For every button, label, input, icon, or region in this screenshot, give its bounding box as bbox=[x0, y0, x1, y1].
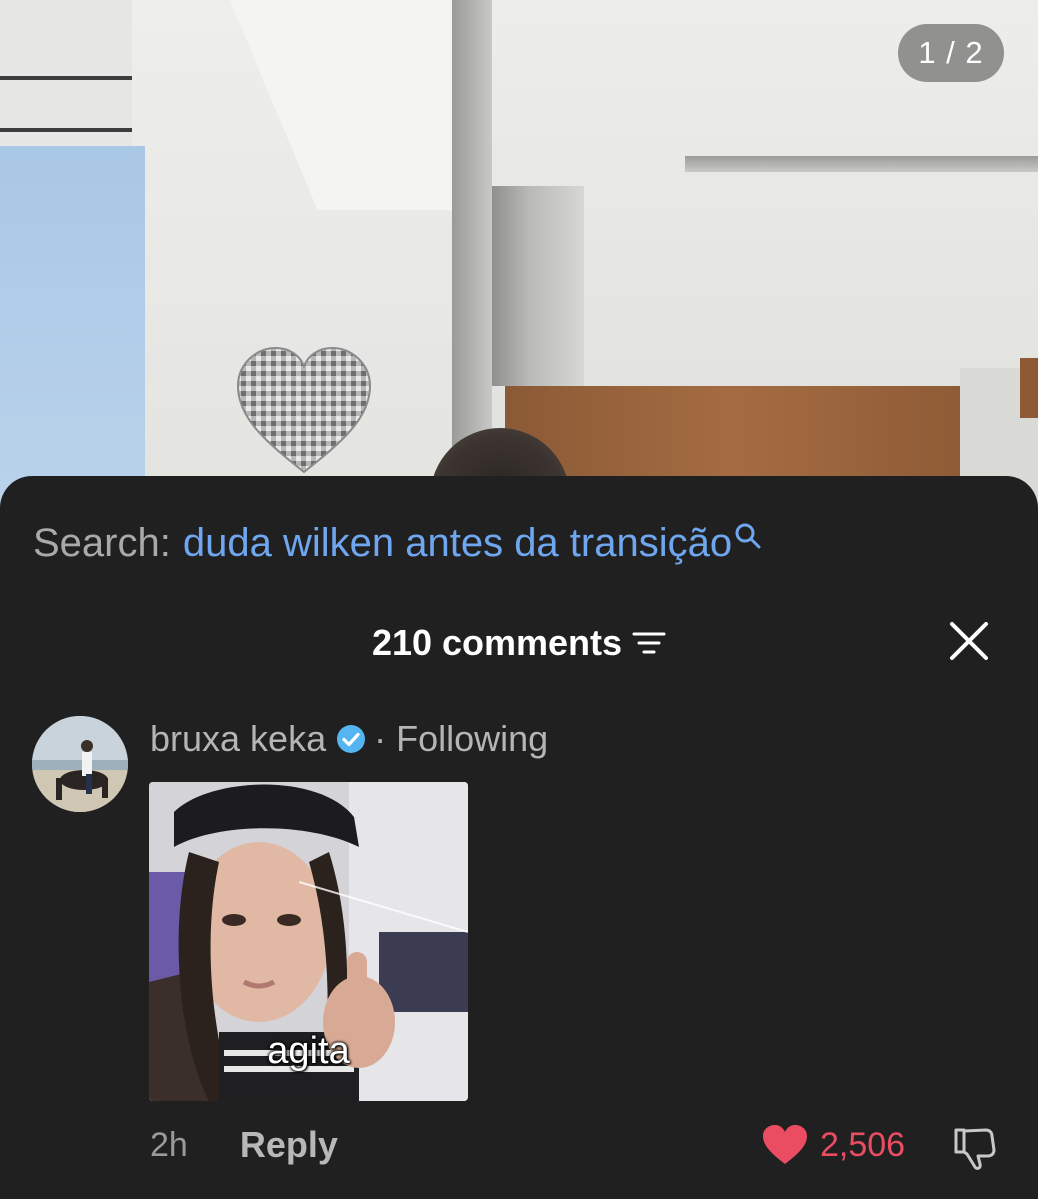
comment-sticker-image[interactable]: agita bbox=[149, 782, 468, 1101]
column bbox=[492, 186, 584, 386]
comments-header: 210 comments bbox=[0, 616, 1038, 668]
reply-button[interactable]: Reply bbox=[240, 1124, 338, 1166]
ceiling-vent bbox=[685, 156, 1038, 172]
avatar-image bbox=[32, 716, 128, 812]
search-suggestion[interactable]: Search: duda wilken antes da transição bbox=[33, 520, 762, 566]
window-stripe bbox=[0, 76, 132, 80]
following-label: Following bbox=[396, 718, 549, 759]
comments-count-label: 210 comments bbox=[371, 622, 623, 663]
verified-badge-icon bbox=[337, 725, 366, 753]
thumbs-down-icon[interactable] bbox=[950, 1124, 998, 1172]
search-prefix: Search: bbox=[33, 521, 171, 565]
search-icon[interactable] bbox=[734, 522, 762, 550]
like-count: 2,506 bbox=[820, 1125, 906, 1164]
filter-icon[interactable] bbox=[632, 630, 666, 656]
close-icon[interactable] bbox=[946, 618, 992, 664]
window-stripe bbox=[0, 128, 132, 132]
search-query-link[interactable]: duda wilken antes da transição bbox=[183, 520, 732, 566]
page-indicator: 1 / 2 bbox=[898, 24, 1004, 82]
comment-time: 2h bbox=[150, 1125, 188, 1164]
username[interactable]: bruxa keka bbox=[150, 718, 326, 760]
screen: 1 / 2 Search: duda wilken antes da trans… bbox=[0, 0, 1038, 1199]
sticker-caption: agita bbox=[267, 1030, 350, 1072]
heart-icon[interactable] bbox=[762, 1124, 808, 1166]
avatar[interactable] bbox=[32, 716, 128, 812]
disco-heart-decor bbox=[236, 346, 372, 474]
comments-sheet: Search: duda wilken antes da transição 2… bbox=[0, 476, 1038, 1199]
wood-strip bbox=[1020, 358, 1038, 418]
comment-header: bruxa keka · Following bbox=[150, 718, 548, 760]
comments-count: 210 comments bbox=[0, 622, 1038, 664]
separator-dot: · bbox=[374, 718, 387, 759]
comment-meta: 2h Reply bbox=[150, 1124, 338, 1166]
like-button[interactable]: 2,506 bbox=[762, 1124, 905, 1166]
